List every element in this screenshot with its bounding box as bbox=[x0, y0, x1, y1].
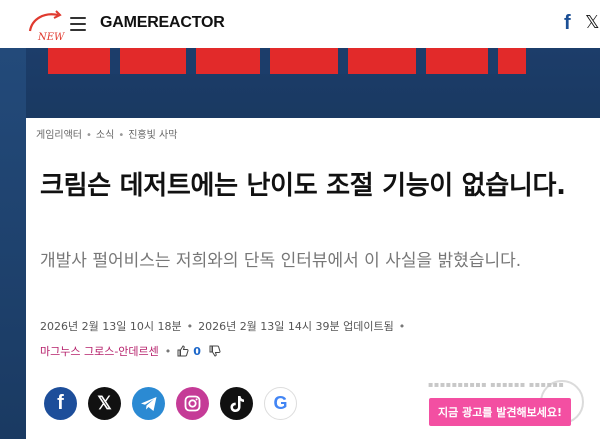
share-tiktok-icon[interactable] bbox=[220, 387, 253, 420]
share-facebook-icon[interactable]: f bbox=[44, 387, 77, 420]
thumbs-up-icon[interactable] bbox=[177, 345, 189, 357]
article-subtitle: 개발사 펄어비스는 저희와의 단독 인터뷰에서 이 사실을 밝혔습니다. bbox=[40, 251, 522, 271]
breadcrumb-home[interactable]: 게임리액터 bbox=[36, 130, 82, 141]
breadcrumb-game[interactable]: 진홍빛 사막 bbox=[128, 130, 177, 141]
promo-button[interactable]: 지금 광고를 발견해보세요! bbox=[429, 398, 571, 426]
updated-date: 2026년 2월 13일 14시 39분 업데이트됨 bbox=[198, 320, 394, 333]
share-google-icon[interactable]: G bbox=[264, 387, 297, 420]
share-telegram-icon[interactable] bbox=[132, 387, 165, 420]
site-header: NEW GAMEREACTOR f 𝕏 bbox=[0, 0, 600, 48]
article-dates: 2026년 2월 13일 10시 18분 • 2026년 2월 13일 14시 39… bbox=[40, 320, 406, 333]
hamburger-icon[interactable] bbox=[70, 17, 86, 31]
author-row: 마그누스 그로스-안데르센 • 0 bbox=[40, 344, 221, 358]
share-bar: f 𝕏 G bbox=[44, 387, 308, 420]
article-card: 게임리액터 • 소식 • 진홍빛 사막 크림슨 데저트에는 난이도 조절 기능이 없습니… bbox=[26, 118, 600, 439]
breadcrumb-news[interactable]: 소식 bbox=[96, 130, 114, 141]
hero-red-banner bbox=[48, 48, 526, 74]
share-x-icon[interactable]: 𝕏 bbox=[88, 387, 121, 420]
new-badge[interactable]: NEW bbox=[26, 7, 66, 43]
watermark-text: ▪▪▪▪▪▪▪▪▪▪ ▪▪▪▪▪▪ ▪▪▪▪▪▪ bbox=[428, 380, 565, 389]
published-date: 2026년 2월 13일 10시 18분 bbox=[40, 320, 182, 333]
like-count: 0 bbox=[193, 344, 201, 358]
x-icon[interactable]: 𝕏 bbox=[585, 12, 600, 34]
svg-text:NEW: NEW bbox=[37, 32, 65, 43]
breadcrumb: 게임리액터 • 소식 • 진홍빛 사막 bbox=[36, 130, 178, 141]
article-title: 크림슨 데저트에는 난이도 조절 기능이 없습니다. bbox=[40, 171, 566, 201]
facebook-icon[interactable]: f bbox=[564, 12, 578, 34]
site-logo[interactable]: GAMEREACTOR bbox=[100, 14, 225, 32]
author-link[interactable]: 마그누스 그로스-안데르센 bbox=[40, 343, 159, 359]
hero-left-edge bbox=[0, 48, 26, 439]
thumbs-down-icon[interactable] bbox=[209, 345, 221, 357]
share-instagram-icon[interactable] bbox=[176, 387, 209, 420]
